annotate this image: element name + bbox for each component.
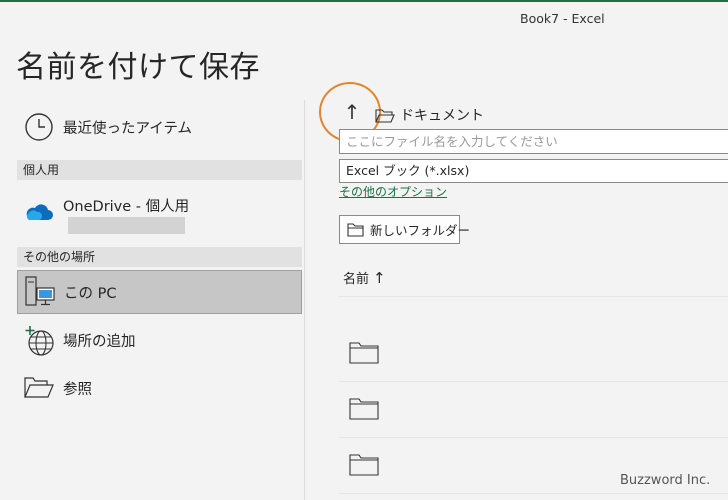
sort-ascending-icon: ↑ (373, 269, 386, 287)
folder-icon (349, 398, 379, 424)
open-folder-icon (17, 366, 63, 410)
watermark: Buzzword Inc. (620, 473, 711, 488)
pane-divider (304, 100, 305, 500)
section-header-personal: 個人用 (17, 160, 302, 180)
file-type-select[interactable]: Excel ブック (*.xlsx) (339, 159, 728, 183)
title-bar-accent-line (0, 0, 728, 2)
name-column-header[interactable]: 名前 ↑ (343, 268, 386, 287)
folder-icon (349, 454, 379, 480)
clock-icon (17, 105, 63, 149)
window-title: Book7 - Excel (520, 11, 605, 26)
list-header-divider (339, 296, 728, 297)
nav-browse-label: 参照 (63, 381, 92, 398)
new-folder-button[interactable]: 新しいフォルダー (339, 215, 470, 244)
more-options-link[interactable]: その他のオプション (339, 183, 447, 200)
filename-input[interactable] (339, 129, 728, 154)
name-column-label: 名前 (343, 272, 370, 287)
section-header-other-locations: その他の場所 (17, 247, 302, 267)
nav-this-pc-label: この PC (64, 285, 117, 302)
globe-add-icon (17, 318, 63, 362)
onedrive-account-redacted (68, 217, 185, 234)
folder-icon (375, 108, 395, 127)
computer-icon (18, 270, 64, 314)
nav-onedrive-label: OneDrive - 個人用 (63, 198, 190, 215)
nav-this-pc[interactable]: この PC (17, 270, 302, 314)
folder-icon (349, 342, 379, 368)
page-title: 名前を付けて保存 (16, 50, 260, 85)
folder-row[interactable] (339, 382, 728, 438)
nav-browse[interactable]: 参照 (17, 366, 302, 410)
onedrive-cloud-icon (17, 189, 63, 233)
new-folder-icon (347, 222, 364, 237)
nav-add-place-label: 場所の追加 (63, 333, 136, 350)
nav-recent[interactable]: 最近使ったアイテム (17, 105, 302, 149)
new-folder-label: 新しいフォルダー (370, 223, 471, 238)
nav-add-place[interactable]: 場所の追加 (17, 318, 302, 362)
breadcrumb-current-folder[interactable]: ドキュメント (400, 105, 484, 125)
nav-recent-label: 最近使ったアイテム (63, 120, 193, 137)
folder-row[interactable] (339, 326, 728, 382)
